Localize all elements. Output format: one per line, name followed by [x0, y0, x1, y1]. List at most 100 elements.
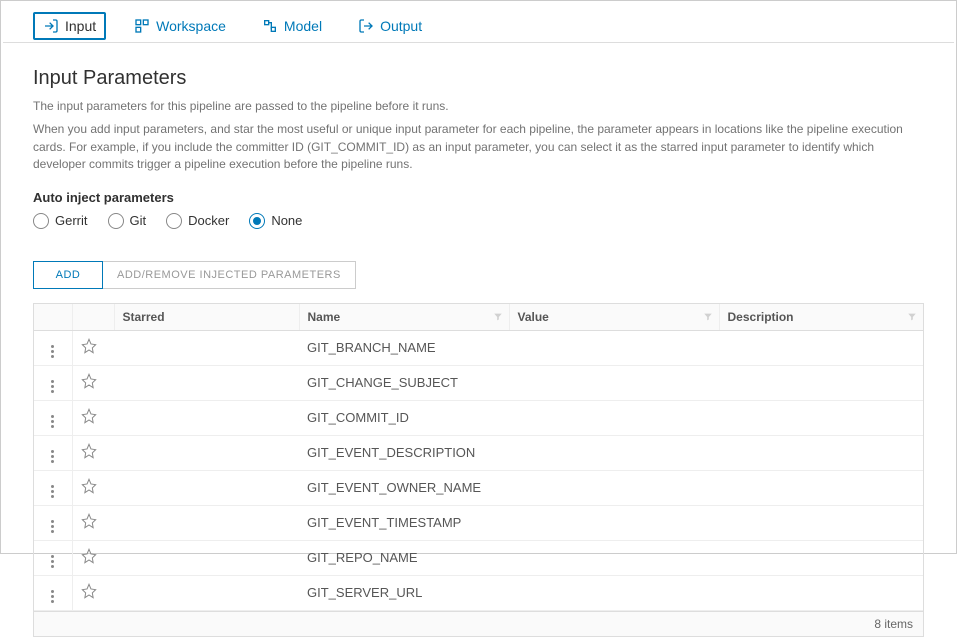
tab-model[interactable]: Model — [254, 14, 330, 38]
radio-none[interactable]: None — [249, 213, 302, 229]
cell-value — [509, 400, 719, 435]
star-icon[interactable] — [81, 478, 97, 494]
tab-label: Workspace — [156, 18, 226, 34]
input-icon — [43, 18, 59, 34]
star-icon[interactable] — [81, 548, 97, 564]
radio-label: None — [271, 213, 302, 228]
radio-circle-icon — [249, 213, 265, 229]
cell-value — [509, 505, 719, 540]
row-menu-icon[interactable] — [49, 588, 56, 605]
page-desc-1: The input parameters for this pipeline a… — [33, 98, 924, 115]
radio-docker[interactable]: Docker — [166, 213, 229, 229]
star-icon[interactable] — [81, 443, 97, 459]
cell-description — [719, 365, 923, 400]
parameters-table-wrap: Starred Name Value Description GIT_BRANC… — [33, 303, 924, 637]
cell-starred — [114, 365, 299, 400]
page-title: Input Parameters — [33, 67, 924, 90]
table-row: GIT_SERVER_URL — [34, 575, 923, 610]
row-menu-icon[interactable] — [49, 378, 56, 395]
table-row: GIT_EVENT_OWNER_NAME — [34, 470, 923, 505]
cell-value — [509, 470, 719, 505]
col-label: Name — [308, 310, 341, 324]
tab-label: Model — [284, 18, 322, 34]
cell-starred — [114, 505, 299, 540]
filter-icon[interactable] — [493, 312, 503, 322]
tab-label: Input — [65, 18, 96, 34]
workspace-icon — [134, 18, 150, 34]
cell-value — [509, 575, 719, 610]
star-icon[interactable] — [81, 373, 97, 389]
radio-label: Gerrit — [55, 213, 88, 228]
radio-gerrit[interactable]: Gerrit — [33, 213, 88, 229]
col-menu — [34, 304, 72, 331]
radio-circle-icon — [33, 213, 49, 229]
col-description[interactable]: Description — [719, 304, 923, 331]
tab-label: Output — [380, 18, 422, 34]
cell-description — [719, 470, 923, 505]
item-count: 8 items — [874, 617, 913, 631]
row-menu-icon[interactable] — [49, 553, 56, 570]
cell-description — [719, 540, 923, 575]
cell-value — [509, 365, 719, 400]
radio-circle-icon — [108, 213, 124, 229]
cell-description — [719, 505, 923, 540]
cell-starred — [114, 330, 299, 365]
cell-starred — [114, 575, 299, 610]
table-body: GIT_BRANCH_NAME GIT_CHANGE_SUBJECT GIT_C… — [34, 330, 923, 610]
cell-starred — [114, 435, 299, 470]
star-icon[interactable] — [81, 583, 97, 599]
output-icon — [358, 18, 374, 34]
add-remove-injected-button[interactable]: ADD/REMOVE INJECTED PARAMETERS — [103, 261, 356, 289]
filter-icon[interactable] — [907, 312, 917, 322]
cell-name: GIT_EVENT_OWNER_NAME — [299, 470, 509, 505]
star-icon[interactable] — [81, 338, 97, 354]
cell-starred — [114, 400, 299, 435]
model-icon — [262, 18, 278, 34]
button-row: ADD ADD/REMOVE INJECTED PARAMETERS — [33, 261, 924, 289]
cell-name: GIT_EVENT_TIMESTAMP — [299, 505, 509, 540]
table-row: GIT_REPO_NAME — [34, 540, 923, 575]
cell-name: GIT_SERVER_URL — [299, 575, 509, 610]
col-label: Description — [728, 310, 794, 324]
col-label: Starred — [123, 310, 165, 324]
cell-value — [509, 435, 719, 470]
tab-bar: Input Workspace Model Output — [3, 3, 954, 43]
tab-workspace[interactable]: Workspace — [126, 14, 234, 38]
add-button[interactable]: ADD — [33, 261, 103, 289]
cell-name: GIT_CHANGE_SUBJECT — [299, 365, 509, 400]
col-name[interactable]: Name — [299, 304, 509, 331]
table-row: GIT_BRANCH_NAME — [34, 330, 923, 365]
row-menu-icon[interactable] — [49, 448, 56, 465]
cell-description — [719, 330, 923, 365]
cell-name: GIT_REPO_NAME — [299, 540, 509, 575]
cell-name: GIT_EVENT_DESCRIPTION — [299, 435, 509, 470]
cell-value — [509, 330, 719, 365]
filter-icon[interactable] — [703, 312, 713, 322]
radio-label: Git — [130, 213, 147, 228]
tab-input[interactable]: Input — [33, 12, 106, 40]
row-menu-icon[interactable] — [49, 413, 56, 430]
cell-starred — [114, 540, 299, 575]
radio-git[interactable]: Git — [108, 213, 147, 229]
cell-description — [719, 575, 923, 610]
table-row: GIT_COMMIT_ID — [34, 400, 923, 435]
parameters-table: Starred Name Value Description GIT_BRANC… — [34, 304, 923, 611]
tab-output[interactable]: Output — [350, 14, 430, 38]
auto-inject-section: Auto inject parameters Gerrit Git Docker… — [33, 190, 924, 229]
cell-value — [509, 540, 719, 575]
cell-starred — [114, 470, 299, 505]
col-starred[interactable]: Starred — [114, 304, 299, 331]
row-menu-icon[interactable] — [49, 518, 56, 535]
cell-description — [719, 435, 923, 470]
page-desc-2: When you add input parameters, and star … — [33, 121, 924, 173]
cell-name: GIT_BRANCH_NAME — [299, 330, 509, 365]
row-menu-icon[interactable] — [49, 343, 56, 360]
cell-description — [719, 400, 923, 435]
row-menu-icon[interactable] — [49, 483, 56, 500]
radio-circle-icon — [166, 213, 182, 229]
col-value[interactable]: Value — [509, 304, 719, 331]
star-icon[interactable] — [81, 513, 97, 529]
table-row: GIT_CHANGE_SUBJECT — [34, 365, 923, 400]
table-footer: 8 items — [34, 611, 923, 636]
star-icon[interactable] — [81, 408, 97, 424]
